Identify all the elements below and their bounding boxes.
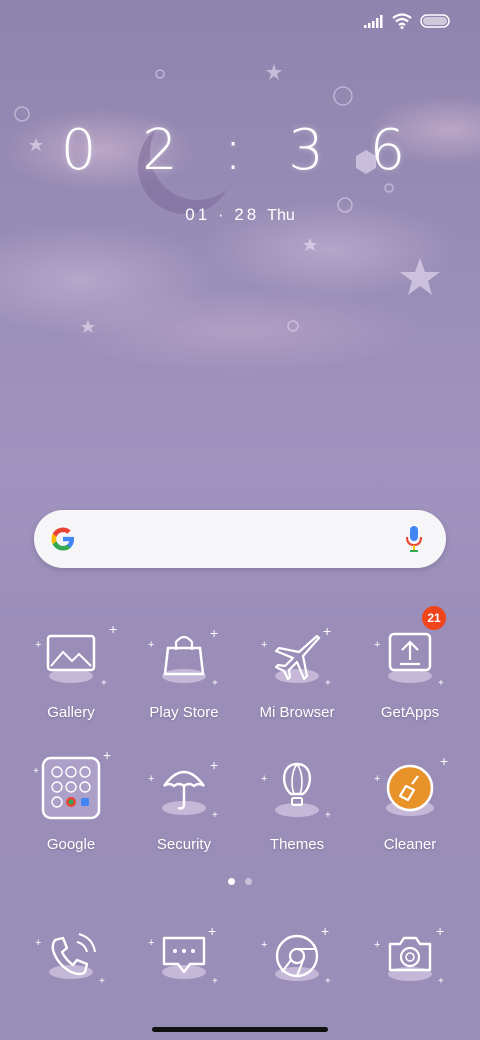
dock-phone[interactable]: + + xyxy=(15,922,127,1002)
svg-text:+: + xyxy=(210,757,218,773)
umbrella-icon: + + + xyxy=(144,752,224,832)
svg-text:+: + xyxy=(321,923,329,939)
svg-text:+: + xyxy=(261,939,267,951)
app-security[interactable]: + + + Security xyxy=(128,752,240,853)
app-google-folder[interactable]: + + Google xyxy=(15,747,127,853)
svg-text:+: + xyxy=(374,639,380,651)
dock-chrome[interactable]: + + + xyxy=(241,922,353,1002)
app-label: Themes xyxy=(269,836,325,853)
app-label: GetApps xyxy=(380,704,440,721)
svg-text:+: + xyxy=(261,773,267,785)
google-folder-icon: + + xyxy=(31,747,111,832)
svg-text:+: + xyxy=(103,747,111,763)
clock-date[interactable]: 01 · 28 Thu xyxy=(0,205,480,225)
upload-icon: + + 21 xyxy=(370,606,450,700)
svg-text:+: + xyxy=(323,623,331,639)
svg-text:+: + xyxy=(325,678,331,689)
svg-text:+: + xyxy=(99,976,105,987)
google-logo-icon xyxy=(51,527,74,551)
phone-icon: + + xyxy=(31,922,111,1002)
gesture-navigation-bar[interactable] xyxy=(152,1027,328,1032)
svg-text:+: + xyxy=(35,937,41,949)
app-cleaner[interactable]: + + Cleaner xyxy=(354,752,466,853)
dock-camera[interactable]: + + + xyxy=(354,922,466,1002)
app-mi-browser[interactable]: + + + Mi Browser xyxy=(241,620,353,721)
svg-text:+: + xyxy=(261,639,267,651)
svg-text:+: + xyxy=(212,678,218,689)
date-text: 01 · 28 xyxy=(185,205,260,224)
google-search-bar[interactable] xyxy=(34,510,446,568)
app-gallery[interactable]: + + + Gallery xyxy=(15,620,127,721)
signal-icon xyxy=(364,15,383,28)
app-label: Mi Browser xyxy=(259,704,335,721)
broom-icon: + + xyxy=(370,752,450,832)
page-indicator xyxy=(0,878,480,885)
svg-text:+: + xyxy=(148,639,154,651)
svg-text:+: + xyxy=(325,976,331,987)
svg-text:+: + xyxy=(109,621,117,637)
svg-text:+: + xyxy=(438,976,444,987)
svg-text:+: + xyxy=(374,773,380,785)
svg-text:+: + xyxy=(436,923,444,939)
app-themes[interactable]: + + Themes xyxy=(241,752,353,853)
svg-text:+: + xyxy=(374,939,380,951)
svg-text:+: + xyxy=(148,773,154,785)
chrome-icon: + + + xyxy=(257,922,337,1002)
app-label: Security xyxy=(156,836,212,853)
microphone-icon[interactable] xyxy=(406,525,422,553)
clock-time[interactable]: 0 2 : 3 6 xyxy=(0,118,480,183)
wifi-icon xyxy=(392,13,412,29)
page-dot-active xyxy=(228,878,235,885)
svg-text:+: + xyxy=(101,678,107,689)
app-label: Cleaner xyxy=(383,836,437,853)
status-bar xyxy=(364,10,450,32)
svg-text:+: + xyxy=(212,810,218,821)
hot-air-balloon-icon: + + xyxy=(257,752,337,832)
svg-text:+: + xyxy=(148,937,154,949)
messages-icon: + + + xyxy=(144,922,224,1002)
app-play-store[interactable]: + + + Play Store xyxy=(128,620,240,721)
svg-text:+: + xyxy=(35,639,41,651)
shopping-bag-icon: + + + xyxy=(144,620,224,700)
camera-icon: + + + xyxy=(370,922,450,1002)
weekday-text: Thu xyxy=(267,207,295,224)
svg-text:+: + xyxy=(210,625,218,641)
svg-text:+: + xyxy=(325,810,331,821)
battery-icon xyxy=(420,14,450,28)
gallery-icon: + + + xyxy=(31,620,117,700)
page-dot xyxy=(245,878,252,885)
app-label: Google xyxy=(46,836,96,853)
notification-badge: 21 xyxy=(422,606,446,630)
dock-messages[interactable]: + + + xyxy=(128,922,240,1002)
svg-text:+: + xyxy=(440,753,448,769)
svg-text:+: + xyxy=(438,678,444,689)
app-label: Gallery xyxy=(47,704,95,721)
app-label: Play Store xyxy=(149,704,219,721)
svg-text:+: + xyxy=(33,766,39,777)
svg-text:+: + xyxy=(212,976,218,987)
svg-text:+: + xyxy=(208,923,216,939)
app-getapps[interactable]: + + 21 GetApps xyxy=(354,606,466,721)
airplane-icon: + + + xyxy=(257,620,337,700)
